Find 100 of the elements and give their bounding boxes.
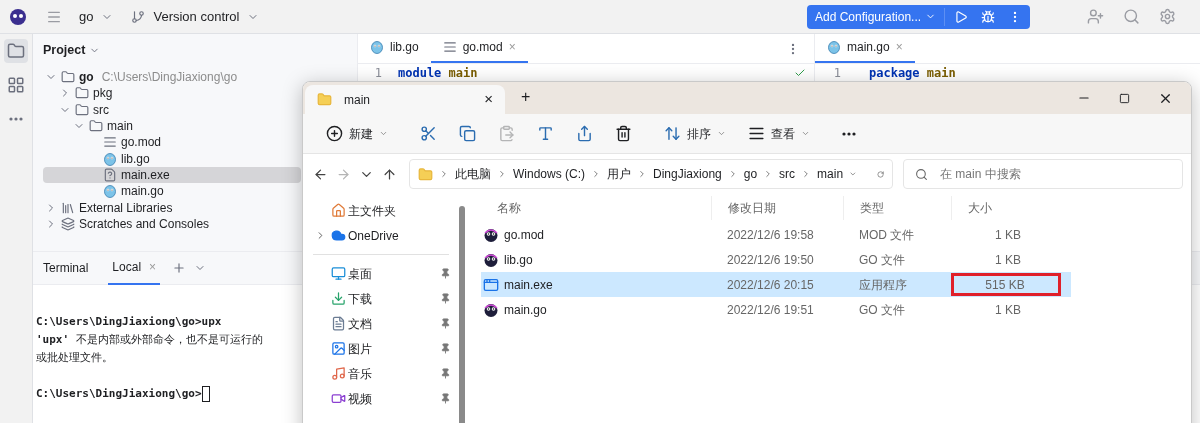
nav-item[interactable]: 音乐 xyxy=(303,361,459,386)
terminal-title: Terminal xyxy=(43,260,89,277)
file-date: 2022/12/6 19:50 xyxy=(726,251,815,269)
scissors-icon xyxy=(420,125,437,142)
nav-item[interactable]: 桌面 xyxy=(303,261,459,286)
nav-item[interactable]: 下载 xyxy=(303,286,459,311)
nav-item[interactable]: 视频 xyxy=(303,386,459,411)
tree-item[interactable]: main.exe xyxy=(43,166,301,184)
lines-icon xyxy=(748,125,765,142)
breadcrumb-item[interactable]: DingJiaxiong xyxy=(653,165,722,183)
sort-button[interactable]: 排序 xyxy=(655,118,735,149)
video-icon xyxy=(331,391,346,406)
file-row[interactable]: main.exe 2022/12/6 20:15 应用程序 515 KB xyxy=(481,272,1071,297)
breadcrumb-item[interactable]: go xyxy=(743,165,758,183)
project-view-dropdown[interactable]: Project xyxy=(43,41,101,60)
share-icon xyxy=(576,125,593,142)
unknown-file-icon xyxy=(103,167,117,182)
new-button[interactable]: 新建 xyxy=(317,118,397,149)
file-name: go.mod xyxy=(504,226,545,244)
nav-item[interactable]: 文档 xyxy=(303,311,459,336)
file-row[interactable]: lib.go 2022/12/6 19:50 GO 文件 1 KB xyxy=(481,247,1071,272)
music-icon xyxy=(331,366,346,381)
search-field[interactable]: 在 main 中搜索 xyxy=(903,159,1183,189)
library-icon xyxy=(61,200,75,215)
project-selector[interactable]: go xyxy=(79,6,114,27)
folder-icon xyxy=(75,102,89,117)
run-icon[interactable] xyxy=(954,9,969,24)
file-size: 1 KB xyxy=(994,226,1022,244)
document-icon xyxy=(331,316,346,331)
new-tab-icon[interactable]: + xyxy=(521,85,531,109)
tree-item[interactable]: src xyxy=(43,101,301,118)
sort-icon xyxy=(664,125,681,142)
file-row[interactable]: main.go 2022/12/6 19:51 GO 文件 1 KB xyxy=(481,297,1071,322)
file-date: 2022/12/6 20:15 xyxy=(726,276,815,294)
tree-item[interactable]: go C:\Users\DingJiaxiong\go xyxy=(43,69,301,86)
editor-tab[interactable]: main.go × xyxy=(815,33,915,63)
caret-icon xyxy=(379,129,388,138)
grid-icon xyxy=(7,76,25,94)
code-line: package main xyxy=(869,65,956,80)
column-header[interactable]: 类型 xyxy=(843,196,951,220)
download-icon xyxy=(331,291,346,306)
file-date: 2022/12/6 19:58 xyxy=(726,226,815,244)
nav-item[interactable]: OneDrive xyxy=(303,223,459,248)
close-tab-icon[interactable]: × xyxy=(484,88,493,111)
folder-icon xyxy=(418,166,433,182)
tree-item[interactable]: Scratches and Consoles xyxy=(43,215,301,232)
breadcrumb-item[interactable]: Windows (C:) xyxy=(513,165,585,183)
window-tab[interactable]: main × xyxy=(305,85,505,114)
separator-chevron-icon xyxy=(637,169,647,179)
separator-chevron-icon xyxy=(591,169,601,179)
add-configuration-button[interactable]: Add Configuration... xyxy=(807,7,946,26)
line-number: 1 xyxy=(373,64,382,82)
tree-item[interactable]: External Libraries xyxy=(43,199,301,216)
editor-tab[interactable]: go.mod × xyxy=(430,33,528,63)
file-size: 515 KB xyxy=(951,273,1061,296)
view-button[interactable]: 查看 xyxy=(739,118,819,149)
breadcrumb-item[interactable]: src xyxy=(779,165,796,183)
breadcrumb-item[interactable]: main xyxy=(817,165,844,183)
gopher-file-icon xyxy=(370,40,384,54)
tree-path: C:\Users\DingJiaxiong\go xyxy=(101,69,238,87)
tree-item[interactable]: main xyxy=(43,117,301,135)
maximize-icon[interactable] xyxy=(1119,92,1130,104)
add-user-icon[interactable] xyxy=(1087,8,1104,25)
tree-item[interactable]: main.go xyxy=(43,183,301,200)
column-header[interactable]: 大小 xyxy=(951,196,1023,220)
column-header[interactable]: 修改日期 xyxy=(711,196,843,220)
project-tool-button[interactable] xyxy=(4,39,28,63)
new-tab-icon[interactable] xyxy=(172,261,187,275)
caret-icon xyxy=(801,129,810,138)
gopher-file-icon xyxy=(483,301,499,318)
scrollbar[interactable] xyxy=(459,206,465,423)
settings-icon[interactable] xyxy=(1159,8,1176,25)
rename-icon xyxy=(537,125,554,142)
editor-tab[interactable]: lib.go xyxy=(358,33,431,63)
home-icon xyxy=(331,203,346,218)
tree-item[interactable]: lib.go xyxy=(43,150,301,167)
file-type: 应用程序 xyxy=(858,276,908,294)
nav-item[interactable]: 主文件夹 xyxy=(303,198,459,223)
file-size: 1 KB xyxy=(994,251,1022,269)
version-control-dropdown[interactable]: Version control xyxy=(131,6,260,27)
separator-chevron-icon xyxy=(497,169,507,179)
column-header[interactable]: 名称 xyxy=(481,196,711,220)
tree-item[interactable]: go.mod xyxy=(43,134,301,151)
address-bar[interactable]: 此电脑 Windows (C:) 用户 DingJiaxiong go src main xyxy=(409,159,893,189)
branch-icon xyxy=(131,9,146,24)
scratches-icon xyxy=(61,216,75,231)
file-type: MOD 文件 xyxy=(858,226,916,244)
search-icon[interactable] xyxy=(1123,8,1140,25)
tree-item[interactable]: pkg xyxy=(43,85,301,102)
terminal-tab[interactable]: Local × xyxy=(108,251,161,285)
file-name: main.exe xyxy=(504,276,553,294)
nav-item[interactable]: 图片 xyxy=(303,336,459,361)
search-icon xyxy=(915,167,928,181)
breadcrumb-item[interactable]: 此电脑 xyxy=(455,165,491,183)
file-row[interactable]: go.mod 2022/12/6 19:58 MOD 文件 1 KB xyxy=(481,222,1071,247)
gopher-file-icon xyxy=(103,184,117,199)
breadcrumb-item[interactable]: 用户 xyxy=(607,165,631,183)
line-number: 1 xyxy=(832,64,841,82)
debug-icon[interactable] xyxy=(981,9,996,24)
text-file-icon xyxy=(442,40,457,54)
